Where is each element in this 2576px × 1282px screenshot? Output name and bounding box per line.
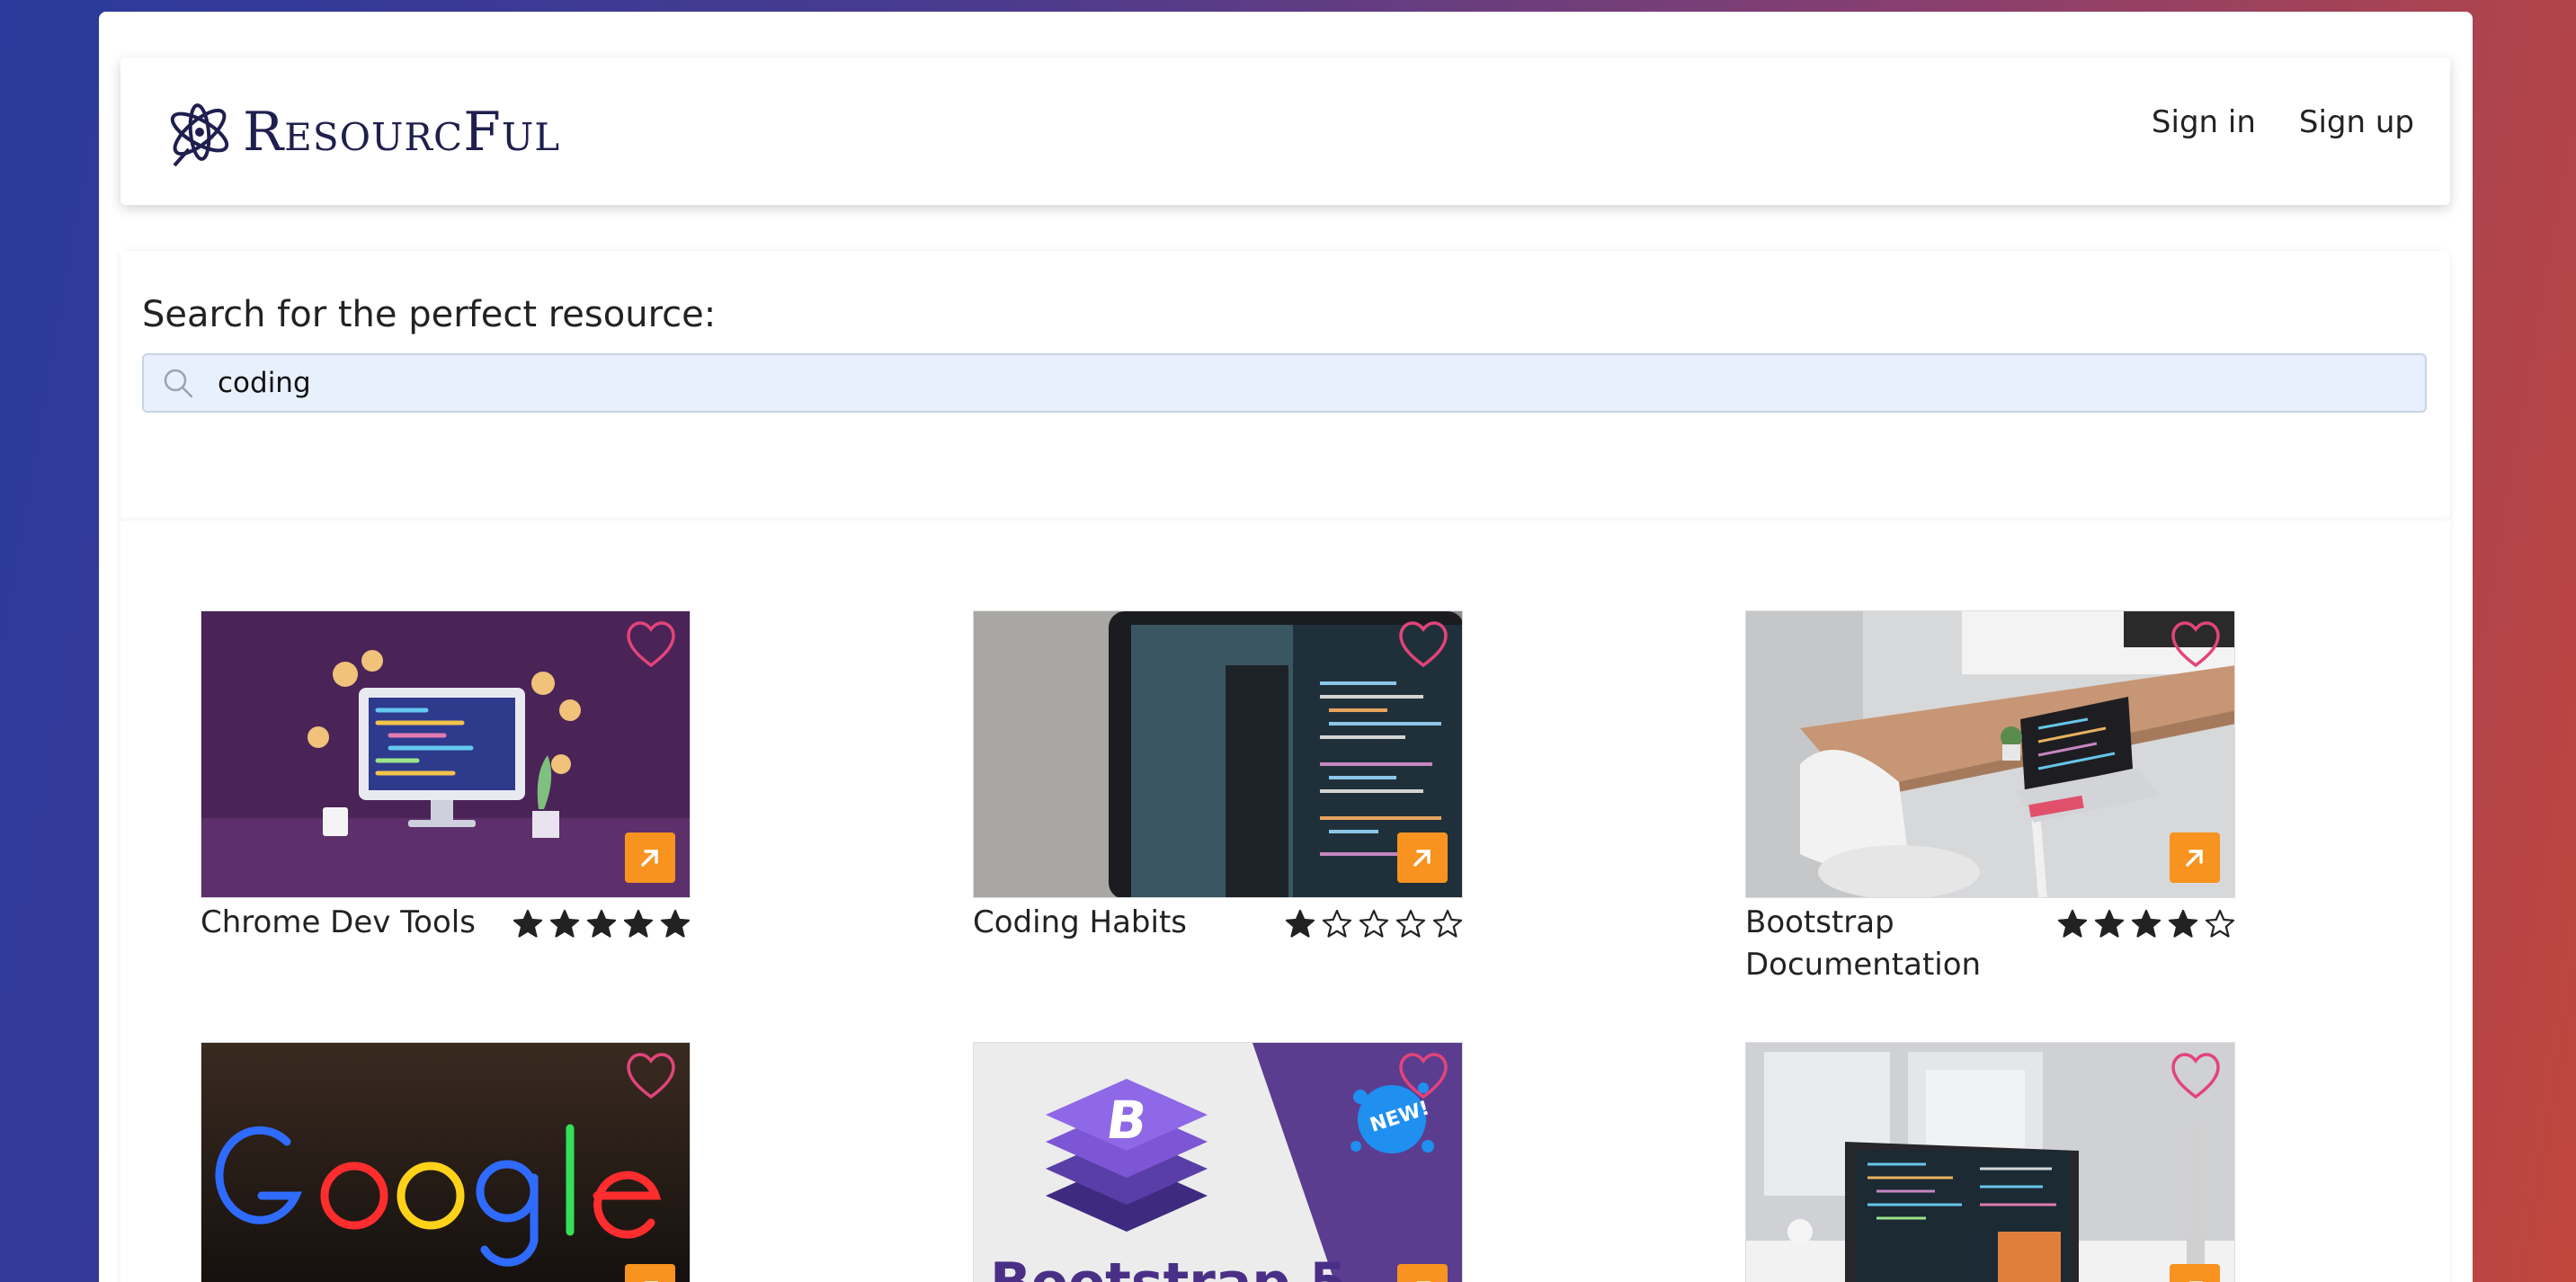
search-card: Search for the perfect resource:	[120, 251, 2450, 521]
star-outline-icon	[1432, 909, 1463, 938]
laptop-code-photo	[974, 611, 1462, 897]
open-link-button[interactable]	[1397, 832, 1448, 883]
resource-thumbnail[interactable]	[1745, 610, 2235, 898]
star-filled-icon	[2094, 909, 2125, 938]
resource-card[interactable]: Coding Habits	[973, 610, 1463, 944]
star-outline-icon	[1322, 909, 1352, 938]
resource-thumbnail[interactable]	[201, 610, 691, 898]
star-filled-icon	[660, 909, 691, 938]
star-rating	[2057, 909, 2235, 939]
star-outline-icon	[1395, 909, 1426, 938]
results-grid: Chrome Dev Tools Coding Habits Bootstrap…	[120, 521, 2450, 1282]
arrow-up-right-icon	[641, 850, 658, 867]
open-link-button[interactable]	[2170, 1264, 2220, 1282]
search-input[interactable]	[216, 366, 2377, 400]
heart-icon[interactable]	[625, 619, 677, 671]
arrow-up-right-icon	[1413, 850, 1431, 867]
heart-icon[interactable]	[1397, 1050, 1449, 1102]
sign-in-link[interactable]: Sign in	[2152, 104, 2256, 140]
heart-icon[interactable]	[1397, 619, 1449, 671]
arrow-up-right-icon	[1416, 1281, 1431, 1282]
resource-title[interactable]: Chrome Dev Tools	[201, 902, 476, 944]
resource-thumbnail[interactable]: NEW! B Bootstrap 5	[973, 1042, 1463, 1282]
star-filled-icon	[1285, 909, 1315, 938]
monitor-illustration	[201, 650, 690, 897]
resource-thumbnail[interactable]	[973, 610, 1463, 898]
search-box[interactable]	[142, 353, 2427, 413]
arrow-up-right-icon	[644, 1281, 658, 1282]
brand-name: ResourcFul	[243, 101, 561, 164]
card-footer: Coding Habits	[973, 902, 1463, 944]
star-rating	[513, 909, 691, 939]
search-heading: Search for the perfect resource:	[142, 294, 717, 335]
desk-laptop-photo	[1746, 611, 2234, 897]
heart-icon[interactable]	[2170, 1050, 2222, 1102]
resource-title[interactable]: Coding Habits	[973, 902, 1187, 944]
star-filled-icon	[586, 909, 617, 938]
resource-card[interactable]: Bootstrap Documentation	[1745, 610, 2235, 986]
star-filled-icon	[549, 909, 580, 938]
star-filled-icon	[623, 909, 654, 938]
card-footer: Bootstrap Documentation	[1745, 902, 2235, 986]
star-outline-icon	[2205, 909, 2235, 938]
star-rating	[1285, 909, 1463, 939]
open-link-button[interactable]	[1397, 1264, 1448, 1282]
resource-thumbnail[interactable]	[1745, 1042, 2235, 1282]
sign-up-link[interactable]: Sign up	[2299, 104, 2414, 140]
star-filled-icon	[2057, 909, 2088, 938]
heart-icon[interactable]	[2170, 619, 2222, 671]
resource-card[interactable]	[1745, 1042, 2235, 1282]
arrow-up-right-icon	[2188, 1281, 2203, 1282]
atom-logo-icon	[170, 103, 229, 167]
open-link-button[interactable]	[625, 1264, 675, 1282]
resource-card[interactable]: Chrome Dev Tools	[201, 610, 691, 944]
bootstrap-5-banner	[974, 1043, 1462, 1282]
open-link-button[interactable]	[2170, 832, 2220, 883]
search-icon	[164, 369, 193, 398]
banner-text: Bootstrap 5	[990, 1251, 1347, 1282]
resource-card[interactable]	[201, 1042, 691, 1282]
navbar: ResourcFul Sign in Sign up	[120, 58, 2450, 205]
open-link-button[interactable]	[625, 832, 675, 883]
google-neon-sign	[201, 1043, 690, 1282]
nav-links: Sign in Sign up	[2152, 104, 2414, 140]
brand[interactable]: ResourcFul	[164, 93, 560, 171]
laptop-desk-lamp-photo	[1746, 1043, 2234, 1282]
resource-title[interactable]: Bootstrap Documentation	[1745, 902, 2033, 986]
star-filled-icon	[2168, 909, 2198, 938]
star-filled-icon	[2131, 909, 2162, 938]
star-outline-icon	[1359, 909, 1389, 938]
star-filled-icon	[513, 909, 543, 938]
resource-card[interactable]: NEW! B Bootstrap 5	[973, 1042, 1463, 1282]
arrow-up-right-icon	[2186, 850, 2203, 867]
page-container: ResourcFul Sign in Sign up Search for th…	[99, 12, 2473, 1282]
heart-icon[interactable]	[625, 1050, 677, 1102]
resource-thumbnail[interactable]	[201, 1042, 691, 1282]
card-footer: Chrome Dev Tools	[201, 902, 691, 944]
